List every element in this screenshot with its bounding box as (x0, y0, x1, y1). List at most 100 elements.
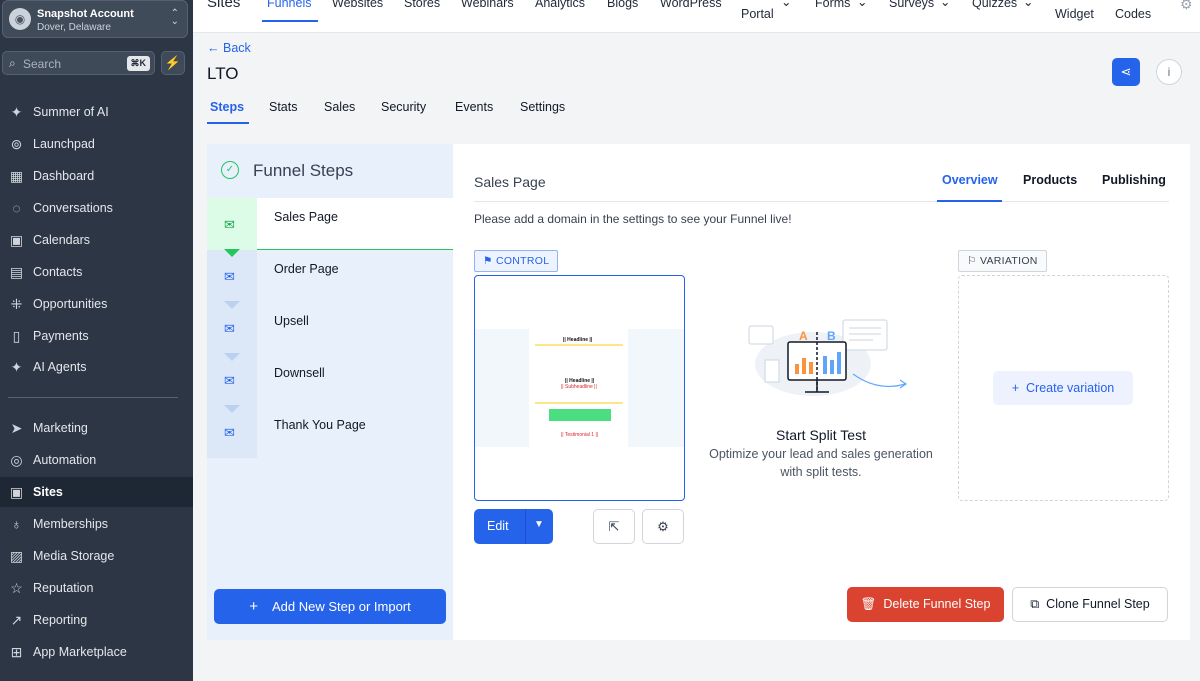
sparkle-icon: ✦ (10, 104, 23, 120)
sidebar-item-label: Marketing (33, 421, 88, 435)
topnav-tab-quizzes[interactable]: Quizzes (972, 0, 1017, 10)
account-name: Snapshot Account (37, 8, 134, 20)
quick-action-bolt-icon[interactable]: ⚡ (161, 51, 185, 75)
back-link[interactable]: ← Back (207, 41, 251, 55)
sidebar-item-reporting[interactable]: ↗ Reporting (0, 605, 193, 635)
tab-active-indicator (207, 122, 249, 124)
sidebar-item-label: Reputation (33, 581, 94, 595)
clone-label: Clone Funnel Step (1046, 597, 1150, 611)
control-label: CONTROL (495, 255, 550, 267)
tab-sales[interactable]: Sales (324, 100, 355, 114)
chevron-down-icon[interactable]: ⌄ (781, 0, 791, 9)
topnav-tab-funnels[interactable]: Funnels (267, 0, 311, 10)
flag-icon: ⚑ (483, 255, 493, 267)
tab-products[interactable]: Products (1023, 173, 1077, 187)
share-button[interactable]: ⋖ (1112, 58, 1140, 86)
sidebar-item-media-storage[interactable]: ▨ Media Storage (0, 541, 193, 571)
sidebar-item-automation[interactable]: ◎ Automation (0, 445, 193, 475)
sidebar-item-label: App Marketplace (33, 645, 127, 659)
sidebar-item-app-marketplace[interactable]: ⊞ App Marketplace (0, 637, 193, 667)
tab-stats[interactable]: Stats (269, 100, 298, 114)
funnel-step-upsell[interactable]: ✉ Upsell (207, 301, 453, 354)
topnav-tab-webinars[interactable]: Webinars (461, 0, 514, 10)
envelope-icon: ✉ (224, 269, 235, 284)
tab-settings[interactable]: Settings (520, 100, 565, 114)
automation-icon: ◎ (10, 452, 23, 468)
topnav-tab-portal[interactable]: Portal (741, 7, 774, 21)
share-icon: ⋖ (1120, 64, 1132, 79)
sidebar-item-summer-of-ai[interactable]: ✦ Summer of AI (0, 97, 193, 127)
search-placeholder: Search (23, 57, 62, 71)
button-divider (525, 509, 526, 544)
add-new-step-button[interactable]: + Add New Step or Import (214, 589, 446, 624)
delete-label: Delete Funnel Step (883, 597, 991, 611)
sidebar-item-conversations[interactable]: ◌ Conversations (0, 193, 193, 223)
page-settings-button[interactable]: ⚙ (642, 509, 684, 544)
sidebar-item-calendars[interactable]: ▣ Calendars (0, 225, 193, 255)
funnel-step-sales-page[interactable]: ✉ Sales Page (207, 198, 453, 250)
sidebar-item-marketing[interactable]: ➤ Marketing (0, 413, 193, 443)
preview-divider (535, 402, 623, 404)
copy-icon: ⧉ (1030, 597, 1040, 611)
sidebar-item-label: Sites (33, 485, 63, 499)
sidebar-item-contacts[interactable]: ▤ Contacts (0, 257, 193, 287)
sidebar-item-dashboard[interactable]: ▦ Dashboard (0, 161, 193, 191)
step-icon-box: ✉ (207, 302, 257, 354)
search-input[interactable]: ⌕ Search ⌘K (2, 51, 155, 75)
tab-active-indicator (937, 200, 1002, 202)
clone-funnel-step-button[interactable]: ⧉ Clone Funnel Step (1012, 587, 1168, 622)
topnav-tab-stores[interactable]: Stores (404, 0, 440, 10)
topnav-tab-analytics[interactable]: Analytics (535, 0, 585, 10)
chevron-down-icon[interactable]: ⌄ (940, 0, 950, 9)
sidebar-item-launchpad[interactable]: ⊚ Launchpad (0, 129, 193, 159)
step-detail-panel: Sales Page Overview Products Publishing … (453, 144, 1190, 640)
info-button[interactable]: i (1156, 59, 1182, 85)
opportunities-icon: ⁜ (10, 296, 23, 312)
open-external-button[interactable]: ⇱ (593, 509, 635, 544)
sidebar-item-ai-agents[interactable]: ✦ AI Agents (0, 352, 193, 382)
topnav-tab-websites[interactable]: Websites (332, 0, 383, 10)
sidebar-item-opportunities[interactable]: ⁜ Opportunities (0, 289, 193, 319)
tab-steps[interactable]: Steps (210, 100, 244, 114)
tab-events[interactable]: Events (455, 100, 493, 114)
tab-overview[interactable]: Overview (942, 173, 998, 187)
sidebar-item-sites[interactable]: ▣ Sites (0, 477, 193, 507)
tab-publishing[interactable]: Publishing (1102, 173, 1166, 187)
topnav-tab-wordpress[interactable]: WordPress (660, 0, 722, 10)
preview-cta-block (549, 409, 611, 421)
chevron-down-icon[interactable]: ⌄ (857, 0, 867, 9)
sidebar-item-memberships[interactable]: ♁ Memberships (0, 509, 193, 539)
create-variation-button[interactable]: + Create variation (993, 371, 1133, 405)
sidebar-item-label: Calendars (33, 233, 90, 247)
sidebar-item-payments[interactable]: ▯ Payments (0, 321, 193, 351)
step-connector-arrow (224, 301, 240, 309)
topnav-tab-codes[interactable]: Codes (1115, 7, 1151, 21)
account-location: Dover, Delaware (37, 22, 111, 33)
sidebar-item-label: Automation (33, 453, 97, 467)
funnel-step-thank-you-page[interactable]: ✉ Thank You Page (207, 405, 453, 458)
plus-icon: + (249, 598, 259, 615)
apps-icon: ⊞ (10, 644, 23, 660)
settings-gear-icon[interactable]: ⚙ (1180, 0, 1193, 13)
sidebar-item-reputation[interactable]: ☆ Reputation (0, 573, 193, 603)
step-icon-box: ✉ (207, 354, 257, 406)
funnel-step-order-page[interactable]: ✉ Order Page (207, 249, 453, 302)
control-page-preview[interactable]: || Headline || || Headline || || Subhead… (474, 275, 685, 501)
topnav-active-indicator (262, 20, 318, 22)
topnav-tab-blogs[interactable]: Blogs (607, 0, 638, 10)
step-connector-arrow (224, 353, 240, 361)
edit-button[interactable]: Edit ▼ (474, 509, 553, 544)
topnav-tab-widget[interactable]: Widget (1055, 7, 1094, 21)
chevron-down-icon[interactable]: ⌄ (1023, 0, 1033, 9)
funnel-step-downsell[interactable]: ✉ Downsell (207, 353, 453, 406)
plus-icon: + (1011, 381, 1020, 395)
account-switcher[interactable]: ◉ Snapshot Account Dover, Delaware ⌃ ⌄ (2, 0, 188, 38)
tab-security[interactable]: Security (381, 100, 426, 114)
chevron-down-icon[interactable]: ▼ (534, 519, 544, 530)
sidebar-item-label: Conversations (33, 201, 113, 215)
payments-icon: ▯ (12, 328, 21, 344)
topnav-tab-surveys[interactable]: Surveys (889, 0, 934, 10)
funnel-steps-header: ✓ Funnel Steps (207, 144, 453, 198)
topnav-tab-forms[interactable]: Forms (815, 0, 850, 10)
delete-funnel-step-button[interactable]: 🗑 Delete Funnel Step (847, 587, 1004, 622)
